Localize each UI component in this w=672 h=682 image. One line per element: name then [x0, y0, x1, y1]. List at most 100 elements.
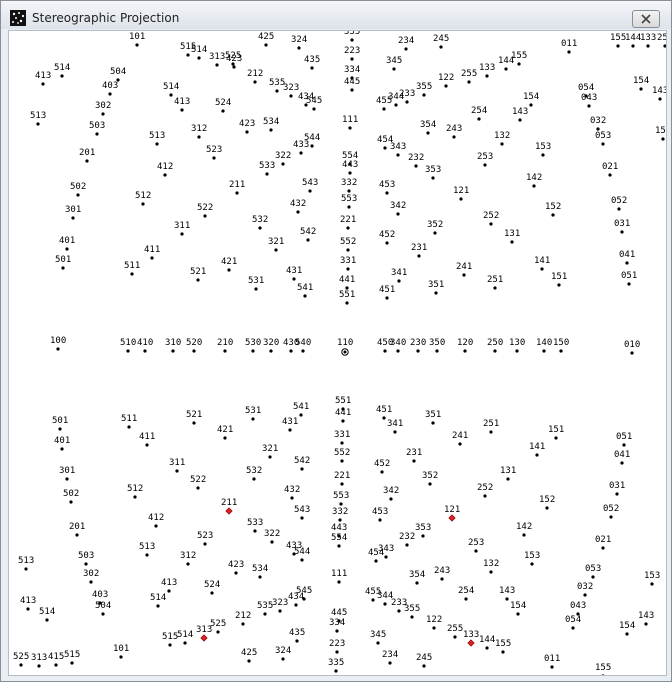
pole-point[interactable]: 435	[304, 55, 320, 70]
pole-point[interactable]: 521	[190, 267, 206, 282]
pole-point[interactable]: 504	[95, 601, 111, 616]
pole-point[interactable]: 413	[174, 97, 190, 112]
pole-point[interactable]: 254	[471, 106, 487, 121]
pole-point[interactable]: 232	[399, 532, 415, 547]
pole-point[interactable]: 302	[83, 569, 99, 584]
pole-point[interactable]: 454	[368, 548, 384, 563]
pole-point[interactable]: 451	[379, 285, 395, 300]
pole-point[interactable]: 011	[561, 39, 577, 54]
pole-point[interactable]: 533	[259, 161, 275, 176]
pole-point[interactable]: 120	[457, 338, 473, 353]
pole-point[interactable]: 522	[190, 475, 206, 490]
pole-point[interactable]: 041	[614, 450, 630, 465]
pole-point[interactable]: 324	[275, 646, 291, 661]
pole-point[interactable]: 503	[78, 551, 94, 566]
pole-point[interactable]: 504	[110, 67, 126, 82]
pole-point[interactable]: 554	[331, 533, 347, 548]
pole-point[interactable]: 532	[246, 466, 262, 481]
pole-point[interactable]: 155	[610, 33, 626, 48]
pole-point[interactable]: 514	[177, 630, 193, 645]
title-bar[interactable]: Stereographic Projection	[1, 1, 671, 29]
pole-point[interactable]: 432	[284, 485, 300, 500]
pole-point[interactable]: 423	[228, 560, 244, 575]
pole-point[interactable]: 201	[69, 522, 85, 537]
pole-point[interactable]: 101	[113, 644, 129, 659]
pole-point[interactable]: 312	[180, 551, 196, 566]
pole-point[interactable]: 501	[52, 416, 68, 431]
pole-point[interactable]: 542	[294, 456, 310, 471]
pole-point[interactable]: 212	[247, 69, 263, 84]
pole-point[interactable]: 154	[523, 92, 539, 107]
pole-point[interactable]: 302	[95, 101, 111, 116]
pole-point[interactable]: 051	[621, 271, 637, 286]
pole-point[interactable]: 021	[595, 535, 611, 550]
pole-point[interactable]: 232	[408, 153, 424, 168]
pole-point[interactable]: 043	[570, 601, 586, 616]
pole-point[interactable]: 311	[169, 458, 185, 473]
pole-point[interactable]: 211	[221, 498, 237, 515]
pole-point[interactable]: 531	[245, 406, 261, 421]
pole-point[interactable]: 432	[290, 199, 306, 214]
pole-point[interactable]: 332	[341, 178, 357, 193]
pole-point[interactable]: 234	[382, 650, 398, 665]
pole-point[interactable]: 523	[206, 145, 222, 160]
pole-point[interactable]: 221	[340, 215, 356, 230]
pole-point[interactable]: 121	[453, 186, 469, 201]
pole-point[interactable]: 544	[294, 547, 310, 562]
pole-point[interactable]: 031	[614, 219, 630, 234]
pole-point[interactable]: 434	[288, 592, 304, 607]
pole-point[interactable]: 323	[272, 598, 288, 613]
pole-point[interactable]: 212	[235, 611, 251, 626]
pole-point[interactable]: 513	[30, 111, 46, 126]
pole-point[interactable]: 131	[500, 466, 516, 481]
pole-point[interactable]: 234	[398, 36, 414, 51]
pole-point[interactable]: 421	[221, 257, 237, 272]
pole-point[interactable]: 322	[264, 529, 280, 544]
pole-point[interactable]: 021	[602, 162, 618, 177]
pole-point[interactable]: 534	[263, 117, 279, 132]
pole-point[interactable]: 335	[328, 658, 344, 673]
pole-point[interactable]: 354	[409, 570, 425, 585]
pole-point[interactable]: 041	[619, 250, 635, 265]
pole-point[interactable]: 421	[217, 425, 233, 440]
projection-canvas[interactable]: 1014253243352342450111551441332555155143…	[8, 30, 667, 676]
pole-point[interactable]: 051	[616, 432, 632, 447]
pole-point[interactable]: 052	[603, 504, 619, 519]
pole-point[interactable]: 310	[165, 338, 181, 353]
pole-point[interactable]: 335	[344, 31, 360, 42]
pole-point[interactable]: 245	[416, 653, 432, 668]
pole-point[interactable]: 503	[89, 121, 105, 136]
pole-point[interactable]: 410	[137, 338, 153, 353]
pole-point[interactable]: 411	[139, 432, 155, 447]
pole-point[interactable]: 355	[416, 82, 432, 97]
pole-point[interactable]: 153	[655, 126, 666, 141]
pole-point[interactable]: 255	[657, 33, 666, 48]
pole-point[interactable]: 345	[386, 56, 402, 71]
pole-point[interactable]: 321	[268, 237, 284, 252]
pole-point[interactable]: 545	[306, 96, 322, 111]
pole-point[interactable]: 431	[282, 417, 298, 432]
pole-point[interactable]: 320	[263, 338, 279, 353]
pole-point[interactable]: 415	[48, 652, 64, 667]
pole-point[interactable]: 352	[427, 220, 443, 235]
pole-point[interactable]: 230	[410, 338, 426, 353]
pole-point[interactable]: 524	[215, 98, 231, 113]
pole-point[interactable]: 534	[252, 564, 268, 579]
close-button[interactable]	[632, 10, 660, 28]
pole-point[interactable]: 541	[297, 283, 313, 298]
pole-point[interactable]: 142	[516, 522, 532, 537]
pole-point[interactable]: 510	[120, 338, 136, 353]
pole-point[interactable]: 403	[102, 81, 118, 96]
pole-point[interactable]: 543	[302, 178, 318, 193]
pole-point[interactable]: 343	[390, 142, 406, 157]
stereographic-plot[interactable]: 1014253243352342450111551441332555155143…	[9, 31, 666, 675]
pole-point[interactable]: 153	[535, 142, 551, 157]
center-pole[interactable]: 110	[337, 338, 353, 356]
pole-point[interactable]: 342	[383, 486, 399, 501]
pole-point[interactable]: 032	[577, 582, 593, 597]
pole-point[interactable]: 243	[434, 566, 450, 581]
pole-point[interactable]: 253	[468, 538, 484, 553]
pole-point[interactable]: 052	[611, 196, 627, 211]
pole-point[interactable]: 324	[291, 35, 307, 50]
pole-point[interactable]: 551	[339, 290, 355, 305]
